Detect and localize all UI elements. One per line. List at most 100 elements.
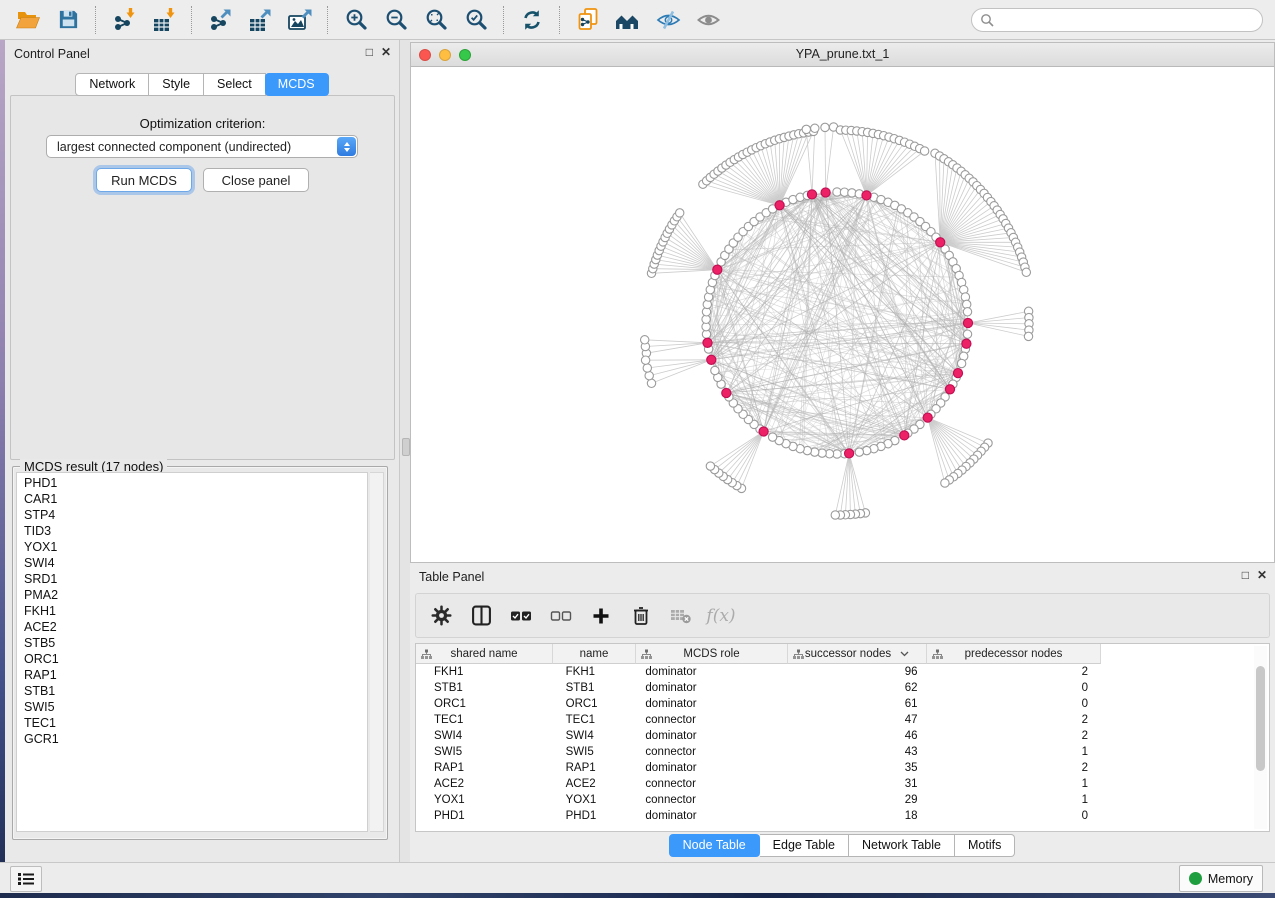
mcds-result-list[interactable]: PHD1CAR1STP4TID3YOX1SWI4SRD1PMA2FKH1ACE2… [16,472,368,832]
export-image-button[interactable] [280,3,320,37]
scrollbar-thumb[interactable] [1256,666,1265,771]
checked-boxes-icon [510,609,532,623]
mcds-result-item[interactable]: STB5 [24,635,367,651]
table-row[interactable]: YOX1YOX1connector291 [416,792,1099,808]
table-vertical-scrollbar[interactable] [1254,646,1267,829]
run-mcds-button[interactable]: Run MCDS [96,168,192,192]
import-table-button[interactable] [144,3,184,37]
mcds-result-item[interactable]: STB1 [24,683,367,699]
table-row[interactable]: TEC1TEC1connector472 [416,712,1099,728]
table-row[interactable]: STB1STB1dominator620 [416,680,1099,696]
table-settings-button[interactable] [428,603,454,629]
table-row[interactable]: SWI4SWI4dominator462 [416,728,1099,744]
mcds-result-item[interactable]: STP4 [24,507,367,523]
mcds-result-item[interactable]: TID3 [24,523,367,539]
deselect-all-button[interactable] [548,603,574,629]
zoom-selected-icon [465,8,488,31]
table-cell: 18 [787,810,926,822]
desktop-wallpaper-bottom [0,893,1275,898]
hide-selected-button[interactable] [648,3,688,37]
columns-icon [471,605,492,626]
table-row[interactable]: ORC1ORC1dominator610 [416,696,1099,712]
mcds-result-item[interactable]: CAR1 [24,491,367,507]
column-header-successor-nodes[interactable]: successor nodes [788,644,927,664]
mcds-result-item[interactable]: FKH1 [24,603,367,619]
open-session-button[interactable] [8,3,48,37]
select-all-button[interactable] [508,603,534,629]
show-columns-button[interactable] [468,603,494,629]
show-all-button[interactable] [688,3,728,37]
table-panel-header: Table Panel □ ✕ [410,563,1275,589]
search-field[interactable] [971,8,1263,32]
mcds-result-item[interactable]: RAP1 [24,667,367,683]
mcds-result-item[interactable]: ACE2 [24,619,367,635]
mcds-result-item[interactable]: GCR1 [24,731,367,747]
tab-style[interactable]: Style [149,73,204,96]
table-tab-edge-table[interactable]: Edge Table [760,834,849,857]
tab-select[interactable]: Select [204,73,266,96]
mcds-result-item[interactable]: TEC1 [24,715,367,731]
table-cell: 29 [787,794,926,806]
close-panel-icon[interactable]: ✕ [1257,568,1267,582]
task-history-button[interactable] [10,866,42,892]
import-network-button[interactable] [104,3,144,37]
criterion-dropdown[interactable]: largest connected component (undirected) [46,135,358,158]
table-row[interactable]: SWI5SWI5connector431 [416,744,1099,760]
table-tab-motifs[interactable]: Motifs [955,834,1015,857]
duplicate-documents-icon [576,7,601,33]
tab-network[interactable]: Network [75,73,149,96]
search-input[interactable] [1000,12,1254,28]
table-row[interactable]: RAP1RAP1dominator352 [416,760,1099,776]
table-cell: 0 [926,682,1099,694]
create-column-button[interactable] [588,603,614,629]
mcds-result-groupbox: MCDS result (17 nodes) PHD1CAR1STP4TID3Y… [12,466,388,840]
float-panel-icon[interactable]: □ [1242,568,1249,582]
tab-mcds[interactable]: MCDS [265,73,329,96]
table-tabs: Node TableEdge TableNetwork TableMotifs [410,834,1275,857]
split-pane-divider[interactable] [400,40,410,862]
zoom-selected-button[interactable] [456,3,496,37]
float-panel-icon[interactable]: □ [366,45,373,59]
export-network-button[interactable] [200,3,240,37]
refresh-layout-button[interactable] [512,3,552,37]
mcds-result-item[interactable]: SWI5 [24,699,367,715]
mcds-result-item[interactable]: ORC1 [24,651,367,667]
zoom-out-button[interactable] [376,3,416,37]
duplicate-network-button[interactable] [568,3,608,37]
close-panel-button[interactable]: Close panel [203,168,309,192]
delete-table-button-disabled [668,603,694,629]
table-row[interactable]: FKH1FKH1dominator962 [416,664,1099,680]
mcds-result-item[interactable]: PMA2 [24,587,367,603]
close-panel-icon[interactable]: ✕ [381,45,391,59]
table-tab-node-table[interactable]: Node Table [669,834,760,857]
zoom-fit-button[interactable] [416,3,456,37]
export-network-icon [207,7,233,33]
delete-column-button[interactable] [628,603,654,629]
mcds-result-scrollbar[interactable] [370,472,384,832]
table-cell: ORC1 [416,698,553,710]
export-table-icon [247,7,273,33]
table-delete-icon [670,606,692,625]
mcds-result-item[interactable]: SRD1 [24,571,367,587]
column-header-predecessor-nodes[interactable]: predecessor nodes [927,644,1101,664]
column-header-shared-name[interactable]: shared name [416,644,553,664]
table-row[interactable]: PHD1PHD1dominator180 [416,808,1099,824]
zoom-in-button[interactable] [336,3,376,37]
first-neighbors-button[interactable] [608,3,648,37]
export-table-button[interactable] [240,3,280,37]
divider-grip[interactable] [402,438,410,456]
memory-button[interactable]: Memory [1179,865,1263,892]
folder-open-icon [15,8,41,32]
mcds-result-item[interactable]: SWI4 [24,555,367,571]
column-header-MCDS-role[interactable]: MCDS role [636,644,788,664]
mcds-result-item[interactable]: YOX1 [24,539,367,555]
table-tab-network-table[interactable]: Network Table [849,834,955,857]
save-session-button[interactable] [48,3,88,37]
network-canvas[interactable] [411,67,1274,562]
table-rows: FKH1FKH1dominator962STB1STB1dominator620… [416,664,1099,824]
mcds-result-item[interactable]: PHD1 [24,475,367,491]
table-cell: dominator [635,810,787,822]
network-window-titlebar[interactable]: YPA_prune.txt_1 [411,43,1274,67]
column-header-name[interactable]: name [553,644,636,664]
table-row[interactable]: ACE2ACE2connector311 [416,776,1099,792]
